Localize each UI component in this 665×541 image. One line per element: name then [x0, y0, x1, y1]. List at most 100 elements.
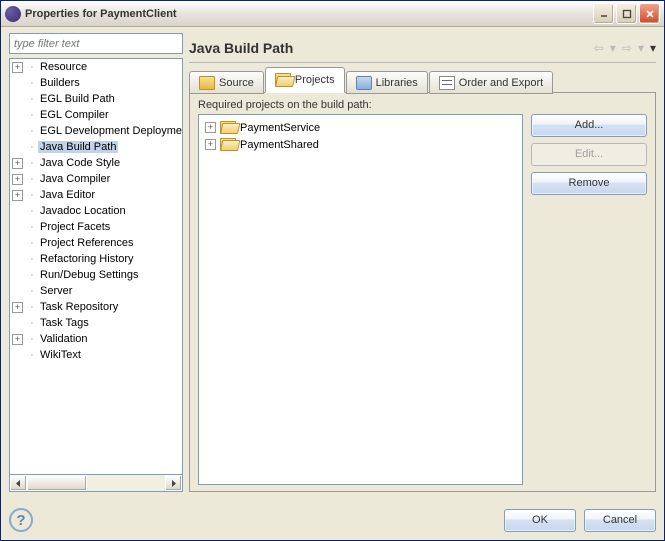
tree-horizontal-scrollbar[interactable] [9, 475, 183, 492]
tree-item-egl-development-deployment[interactable]: ·EGL Development Deployment [10, 123, 182, 139]
tree-item-wikitext[interactable]: ·WikiText [10, 347, 182, 363]
expand-icon[interactable]: + [12, 174, 23, 185]
help-icon[interactable]: ? [9, 508, 33, 532]
tree-item-project-facets[interactable]: ·Project Facets [10, 219, 182, 235]
tree-connector: · [26, 317, 38, 329]
tree-item-label: Java Code Style [38, 157, 122, 169]
required-projects-label: Required projects on the build path: [198, 99, 647, 111]
tree-spacer [12, 142, 23, 153]
scroll-left-button[interactable] [10, 475, 27, 491]
tree-item-java-compiler[interactable]: +·Java Compiler [10, 171, 182, 187]
tab-bar: Source Projects Libraries Order and Expo… [189, 67, 656, 93]
tree-spacer [12, 286, 23, 297]
tree-connector: · [26, 173, 38, 185]
folder-open-icon [220, 138, 236, 151]
tree-item-task-repository[interactable]: +·Task Repository [10, 299, 182, 315]
eclipse-icon [5, 6, 21, 22]
scroll-thumb[interactable] [27, 475, 87, 491]
nav-history: ⇦ ▾ ⇨ ▾ ▾ [594, 41, 656, 55]
filter-input[interactable] [9, 33, 183, 54]
tree-spacer [12, 126, 23, 137]
tree-connector: · [26, 109, 38, 121]
projects-list[interactable]: +PaymentService+PaymentShared [198, 114, 523, 485]
tree-item-javadoc-location[interactable]: ·Javadoc Location [10, 203, 182, 219]
tab-source[interactable]: Source [189, 71, 264, 94]
tab-order-and-export[interactable]: Order and Export [429, 71, 553, 94]
tree-item-label: WikiText [38, 349, 83, 361]
tree-connector: · [26, 93, 38, 105]
tree-spacer [12, 78, 23, 89]
dialog-footer: ? OK Cancel [9, 498, 656, 532]
expand-icon[interactable]: + [12, 62, 23, 73]
tree-item-label: Project Facets [38, 221, 112, 233]
minimize-button[interactable] [593, 3, 614, 24]
tree-connector: · [26, 189, 38, 201]
tree-connector: · [26, 125, 38, 137]
tree-item-java-code-style[interactable]: +·Java Code Style [10, 155, 182, 171]
tree-connector: · [26, 253, 38, 265]
ok-button[interactable]: OK [504, 509, 576, 532]
tree-item-server[interactable]: ·Server [10, 283, 182, 299]
tree-item-label: EGL Build Path [38, 93, 117, 105]
tree-item-run-debug-settings[interactable]: ·Run/Debug Settings [10, 267, 182, 283]
tree-spacer [12, 206, 23, 217]
scroll-right-button[interactable] [165, 475, 182, 491]
tree-item-project-references[interactable]: ·Project References [10, 235, 182, 251]
tree-spacer [12, 222, 23, 233]
tree-item-validation[interactable]: +·Validation [10, 331, 182, 347]
properties-tree[interactable]: +·Resource·Builders·EGL Build Path·EGL C… [9, 58, 183, 475]
nav-back-menu-icon[interactable]: ▾ [610, 41, 616, 55]
project-item-paymentshared[interactable]: + PaymentShared [203, 136, 518, 153]
tab-content: Required projects on the build path: +Pa… [189, 92, 656, 492]
maximize-button[interactable] [616, 3, 637, 24]
cancel-button[interactable]: Cancel [584, 509, 656, 532]
expand-icon[interactable]: + [205, 139, 216, 150]
tree-connector: · [26, 333, 38, 345]
tab-projects[interactable]: Projects [265, 67, 345, 93]
tree-item-label: Java Build Path [38, 141, 118, 153]
expand-icon[interactable]: + [205, 122, 216, 133]
tree-item-task-tags[interactable]: ·Task Tags [10, 315, 182, 331]
tree-item-egl-compiler[interactable]: ·EGL Compiler [10, 107, 182, 123]
expand-icon[interactable]: + [12, 302, 23, 313]
tree-item-java-editor[interactable]: +·Java Editor [10, 187, 182, 203]
tree-connector: · [26, 237, 38, 249]
tree-item-refactoring-history[interactable]: ·Refactoring History [10, 251, 182, 267]
page-title: Java Build Path [189, 40, 594, 56]
tree-connector: · [26, 349, 38, 361]
nav-back-icon[interactable]: ⇦ [594, 41, 604, 55]
add-button[interactable]: Add... [531, 114, 647, 137]
tree-connector: · [26, 205, 38, 217]
edit-button: Edit... [531, 143, 647, 166]
tree-connector: · [26, 61, 38, 73]
nav-forward-menu-icon[interactable]: ▾ [638, 41, 644, 55]
side-buttons: Add... Edit... Remove [531, 114, 647, 485]
tab-label: Projects [295, 74, 335, 86]
close-button[interactable] [639, 3, 660, 24]
scroll-track[interactable] [27, 475, 165, 491]
tab-label: Libraries [376, 77, 418, 89]
tab-libraries[interactable]: Libraries [346, 71, 428, 94]
expand-icon[interactable]: + [12, 334, 23, 345]
tree-item-java-build-path[interactable]: ·Java Build Path [10, 139, 182, 155]
tree-connector: · [26, 77, 38, 89]
tree-item-builders[interactable]: ·Builders [10, 75, 182, 91]
tree-spacer [12, 238, 23, 249]
expand-icon[interactable]: + [12, 190, 23, 201]
tree-item-label: EGL Compiler [38, 109, 111, 121]
tree-spacer [12, 254, 23, 265]
nav-forward-icon[interactable]: ⇨ [622, 41, 632, 55]
view-menu-icon[interactable]: ▾ [650, 41, 656, 55]
tree-item-label: Refactoring History [38, 253, 136, 265]
tree-item-label: Server [38, 285, 74, 297]
tree-item-egl-build-path[interactable]: ·EGL Build Path [10, 91, 182, 107]
project-item-paymentservice[interactable]: +PaymentService [203, 119, 518, 136]
remove-button[interactable]: Remove [531, 172, 647, 195]
page-header: Java Build Path ⇦ ▾ ⇨ ▾ ▾ [189, 33, 656, 63]
project-item-label: PaymentShared [240, 139, 319, 151]
tree-spacer [12, 350, 23, 361]
tab-label: Order and Export [459, 77, 543, 89]
tree-spacer [12, 94, 23, 105]
tree-item-resource[interactable]: +·Resource [10, 59, 182, 75]
expand-icon[interactable]: + [12, 158, 23, 169]
